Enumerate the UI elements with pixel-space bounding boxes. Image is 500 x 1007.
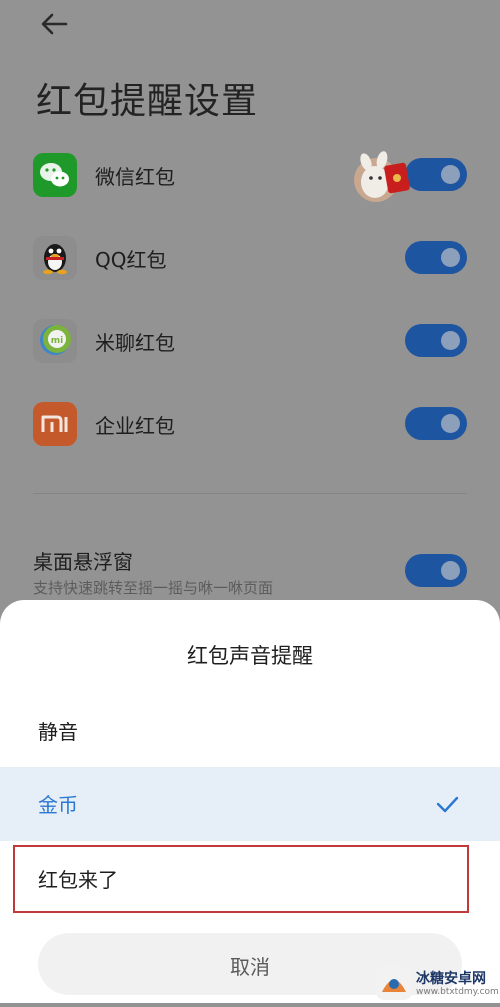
miliao-icon: mi [33,319,77,363]
sound-reminder-sheet: 红包声音提醒 静音 金币 红包来了 取消 [0,600,500,1003]
svg-text:mi: mi [51,336,63,346]
toggle-miliao[interactable] [405,324,467,357]
setting-row-miliao[interactable]: mi 米聊红包 [0,311,500,371]
watermark-url: www.btxtdmy.com [416,987,499,997]
toggle-floating-window[interactable] [405,554,467,587]
mi-icon [33,402,77,446]
row-label-miliao: 米聊红包 [95,331,175,355]
divider [33,493,467,494]
toggle-knob [441,165,460,184]
page-title: 红包提醒设置 [36,81,259,122]
option-label: 静音 [38,720,78,744]
row-label-wechat: 微信红包 [95,165,175,189]
option-mute[interactable]: 静音 [0,694,500,768]
floating-window-subtitle: 支持快速跳转至摇一摇与咻一咻页面 [33,579,274,597]
qq-penguin-icon [33,236,77,280]
setting-row-qq[interactable]: QQ红包 [0,228,500,288]
mascot-red-envelope-icon [350,148,414,212]
setting-row-enterprise[interactable]: 企业红包 [0,394,500,454]
floating-window-title: 桌面悬浮窗 [33,550,133,574]
checkmark-icon [434,793,460,815]
toggle-knob [441,561,460,580]
toggle-wechat[interactable] [405,158,467,191]
highlight-box [13,845,469,913]
arrow-left-icon[interactable] [36,8,72,40]
option-label: 金币 [38,793,78,817]
row-label-qq: QQ红包 [95,248,167,272]
toggle-enterprise[interactable] [405,407,467,440]
wechat-icon [33,153,77,197]
toggle-knob [441,248,460,267]
toggle-knob [441,331,460,350]
setting-row-wechat[interactable]: 微信红包 [0,145,500,205]
watermark-name: 冰糖安卓网 [416,971,486,987]
option-coin[interactable]: 金币 [0,767,500,841]
row-label-enterprise: 企业红包 [95,414,175,438]
toggle-knob [441,414,460,433]
toggle-qq[interactable] [405,241,467,274]
sheet-title: 红包声音提醒 [187,644,313,668]
